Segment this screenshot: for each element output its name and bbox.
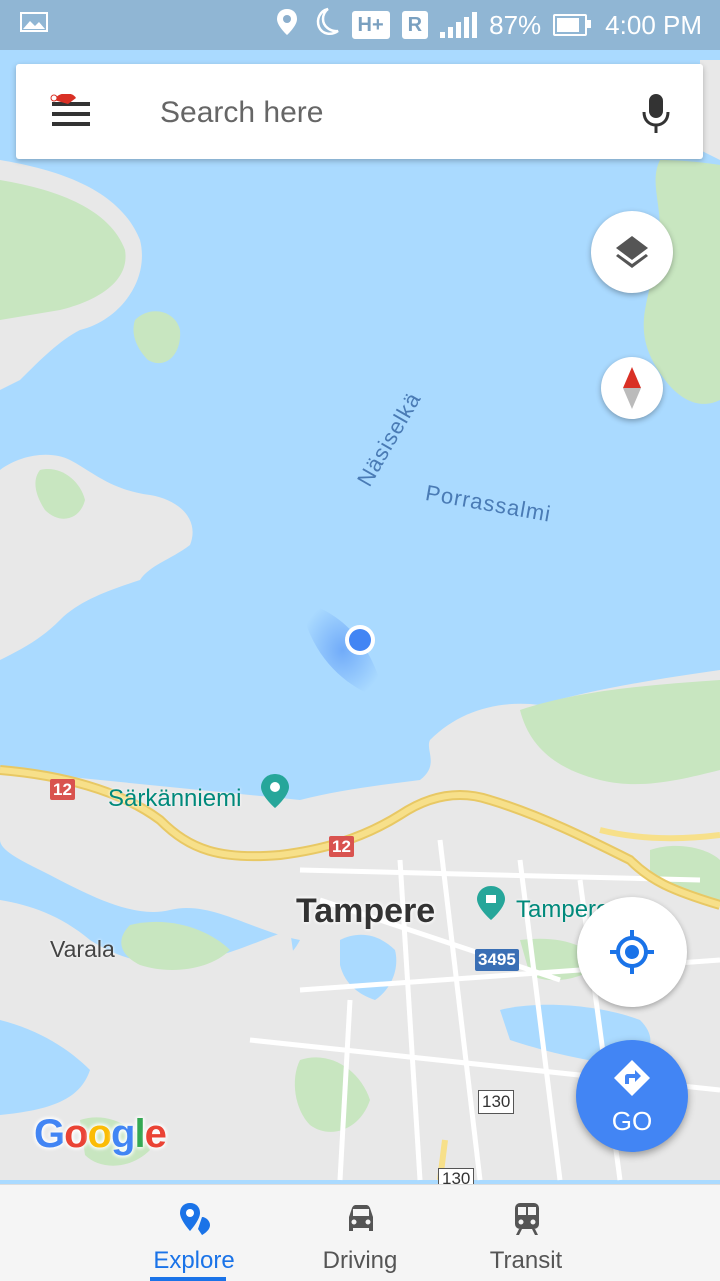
roaming-indicator: R — [401, 11, 429, 39]
location-dot-core — [349, 629, 371, 651]
logo-letter: e — [144, 1112, 167, 1156]
car-icon — [349, 1205, 373, 1231]
google-logo: Google — [34, 1112, 167, 1157]
battery-icon — [553, 14, 592, 36]
directions-icon — [614, 1060, 650, 1096]
place-label-varala: Varala — [50, 936, 115, 962]
signal-icon — [440, 12, 478, 38]
battery-percent: 87% — [489, 9, 542, 40]
location-icon — [276, 8, 298, 43]
train-icon — [515, 1203, 539, 1235]
nav-label: Driving — [322, 1247, 398, 1274]
land-area — [700, 60, 720, 160]
my-location-icon — [610, 930, 654, 974]
place-label-sarkanniemi[interactable]: Särkänniemi — [108, 785, 241, 813]
logo-letter: G — [34, 1112, 65, 1156]
compass-icon — [623, 367, 641, 409]
bottom-navigation: Explore Driving Transit — [0, 1184, 720, 1281]
nav-tab-explore[interactable]: Explore — [104, 1185, 284, 1281]
city-label: Tampere — [296, 892, 436, 930]
network-type: H+ — [351, 11, 390, 39]
road-shield: 12 — [50, 779, 75, 800]
search-input[interactable] — [160, 96, 600, 130]
gallery-icon — [20, 10, 48, 41]
road-shield: 12 — [329, 836, 354, 857]
go-label: GO — [611, 1106, 653, 1136]
logo-letter: o — [87, 1112, 112, 1156]
search-bar[interactable] — [16, 64, 703, 159]
nav-label: Explore — [153, 1247, 235, 1274]
logo-letter: g — [111, 1112, 135, 1156]
status-bar: H+ R 87% 4:00 PM — [0, 0, 720, 50]
nav-label: Transit — [489, 1247, 563, 1274]
moon-icon — [310, 7, 340, 44]
layers-button[interactable] — [591, 211, 673, 293]
clock-time: 4:00 PM — [605, 9, 702, 40]
explore-pin-icon — [180, 1203, 210, 1235]
go-directions-button[interactable]: GO — [576, 1040, 688, 1152]
road-shield: 3495 — [475, 949, 519, 971]
nav-tab-transit[interactable]: Transit — [436, 1185, 616, 1281]
compass-button[interactable] — [601, 357, 663, 419]
nav-tab-driving[interactable]: Driving — [270, 1185, 450, 1281]
road-shield: 130 — [478, 1090, 515, 1114]
microphone-icon[interactable] — [639, 92, 673, 136]
logo-letter: o — [64, 1112, 88, 1156]
my-location-button[interactable] — [577, 897, 687, 1007]
layers-icon — [616, 236, 648, 268]
active-tab-indicator — [150, 1277, 226, 1281]
logo-letter: l — [134, 1112, 145, 1156]
hamburger-menu-icon[interactable] — [50, 93, 108, 134]
